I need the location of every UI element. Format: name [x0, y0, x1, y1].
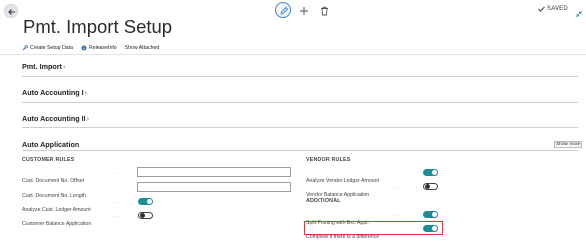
info-icon: [81, 45, 87, 51]
section-auto-accounting-1-label: Auto Accounting I: [22, 88, 84, 97]
section-auto-application-label: Auto Application: [22, 140, 80, 149]
field-complete-if-difference: Complete if there is a difference: [306, 225, 446, 240]
analyze-vendor-ledger-toggle[interactable]: [423, 169, 438, 176]
customer-balance-application-toggle[interactable]: [138, 212, 153, 219]
plus-icon: [300, 7, 308, 15]
field-split-posting: Split Posting with Ext. Appl. ······: [306, 211, 446, 226]
page-title: Pmt. Import Setup: [23, 16, 173, 37]
add-button[interactable]: [299, 3, 309, 21]
customer-rules-heading: CUSTOMER RULES: [22, 157, 75, 163]
field-label: Complete if there is a difference: [306, 234, 380, 240]
saved-label: SAVED: [547, 6, 568, 12]
pencil-icon: [280, 6, 289, 15]
field-cust-doc-length: Cust. Document No. Length ·········: [22, 182, 312, 199]
wrench-icon: [22, 45, 28, 51]
action-bar-divider: [0, 54, 586, 55]
field-label: Customer Balance Application: [22, 221, 92, 227]
section-divider: [22, 150, 578, 151]
edit-button[interactable]: [275, 2, 291, 18]
action-bar: Create Setup Data ReleaseInfo Show Attac…: [22, 45, 159, 51]
field-customer-balance-application: Customer Balance Application ········: [22, 212, 312, 227]
section-pmt-import-label: Pmt. Import: [22, 62, 62, 71]
section-divider: [22, 102, 578, 103]
delete-button[interactable]: [320, 3, 329, 21]
release-info-action[interactable]: ReleaseInfo: [81, 45, 117, 51]
field-vendor-balance-application: Vendor Balance Application ········: [306, 183, 446, 198]
cust-doc-length-input[interactable]: [137, 182, 291, 192]
show-more-button[interactable]: Show more: [554, 141, 583, 148]
arrow-left-icon: [8, 9, 15, 15]
section-auto-accounting-2[interactable]: Auto Accounting II ›: [22, 114, 89, 123]
chevron-right-icon: ›: [86, 114, 90, 123]
section-divider: [22, 127, 578, 128]
section-auto-accounting-2-label: Auto Accounting II: [22, 114, 86, 123]
release-info-label: ReleaseInfo: [88, 45, 117, 51]
back-button[interactable]: [4, 4, 18, 18]
show-attached-action[interactable]: Show Attached: [125, 45, 160, 51]
checkmark-icon: [538, 6, 545, 12]
create-setup-data-action[interactable]: Create Setup Data: [22, 45, 73, 51]
section-pmt-import[interactable]: Pmt. Import ›: [22, 62, 65, 71]
field-cust-doc-offset: Cust. Document No. Offset ··········: [22, 167, 312, 184]
split-posting-toggle[interactable]: [423, 211, 438, 218]
create-setup-data-label: Create Setup Data: [30, 45, 73, 51]
additional-heading: ADDITIONAL: [306, 198, 341, 204]
chevron-right-icon: ›: [62, 62, 66, 71]
collapse-arrows-icon: [575, 10, 583, 18]
field-analyze-cust-ledger: Analyze Cust. Ledger Amount ·········: [22, 198, 312, 213]
field-analyze-vendor-ledger: Analyze Vendor Ledger Amount: [306, 169, 446, 184]
section-auto-accounting-1[interactable]: Auto Accounting I ›: [22, 88, 87, 97]
chevron-right-icon: ›: [84, 88, 88, 97]
show-attached-label: Show Attached: [124, 45, 160, 51]
collapse-button[interactable]: [575, 5, 583, 23]
section-auto-application[interactable]: Auto Application: [22, 140, 79, 149]
save-status: SAVED: [538, 6, 568, 12]
cust-doc-offset-input[interactable]: [137, 167, 291, 177]
analyze-cust-ledger-toggle[interactable]: [138, 198, 153, 205]
vendor-rules-heading: VENDOR RULES: [306, 157, 351, 163]
vendor-balance-application-toggle[interactable]: [423, 183, 438, 190]
section-divider: [22, 76, 578, 77]
trash-icon: [321, 6, 328, 16]
complete-if-difference-toggle[interactable]: [423, 225, 438, 232]
